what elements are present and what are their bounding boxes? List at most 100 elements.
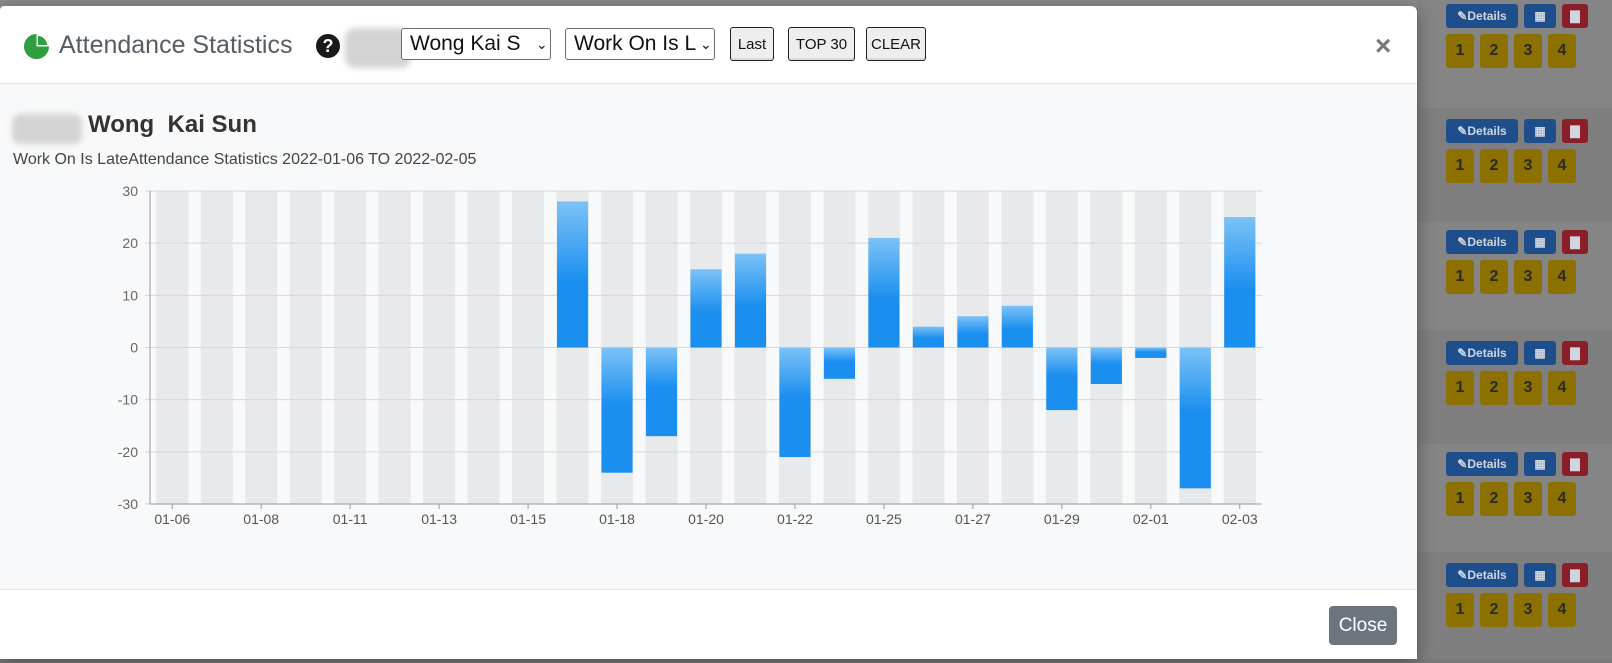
number-button[interactable]: 4	[1548, 371, 1576, 405]
bar	[957, 316, 989, 348]
chart-icon[interactable]: ▇	[1562, 4, 1588, 28]
bar	[1090, 347, 1122, 385]
calendar-icon[interactable]: ▦	[1524, 230, 1556, 254]
number-button[interactable]: 1	[1446, 149, 1474, 183]
x-tick-label: 01-22	[777, 511, 813, 527]
x-tick-label: 01-25	[866, 511, 902, 527]
number-button[interactable]: 2	[1480, 593, 1508, 627]
modal-body: Wong Kai Sun Work On Is LateAttendance S…	[0, 84, 1417, 590]
number-button[interactable]: 3	[1514, 34, 1542, 68]
y-tick-label: 0	[130, 340, 138, 356]
number-button[interactable]: 3	[1514, 149, 1542, 183]
background-row: ✎Details ▦ ▇ 1 2 3 4	[1418, 0, 1612, 108]
number-button[interactable]: 4	[1548, 482, 1576, 516]
y-tick-label: -10	[118, 392, 138, 408]
modal-header: Attendance Statistics ? Wong Kai S ⌄ Wor…	[0, 6, 1417, 84]
bar	[690, 269, 722, 348]
number-button[interactable]: 1	[1446, 593, 1474, 627]
number-button[interactable]: 1	[1446, 34, 1474, 68]
bar	[912, 326, 944, 348]
x-tick-label: 01-20	[688, 511, 724, 527]
details-button[interactable]: ✎Details	[1446, 341, 1518, 365]
x-tick-label: 02-03	[1222, 511, 1258, 527]
bar	[1224, 217, 1256, 348]
x-tick-label: 01-11	[333, 511, 368, 527]
employee-select-value: Wong Kai S	[410, 32, 521, 55]
details-button[interactable]: ✎Details	[1446, 563, 1518, 587]
bar	[868, 237, 900, 348]
bar	[1179, 347, 1211, 489]
x-tick-label: 01-13	[421, 511, 457, 527]
chart-icon[interactable]: ▇	[1562, 119, 1588, 143]
bar	[779, 347, 811, 458]
background-row: ✎Details ▦ ▇ 1 2 3 4	[1418, 555, 1612, 663]
y-tick-label: 20	[122, 235, 138, 251]
number-button[interactable]: 3	[1514, 482, 1542, 516]
calendar-icon[interactable]: ▦	[1524, 341, 1556, 365]
bar	[1135, 347, 1167, 358]
details-button[interactable]: ✎Details	[1446, 4, 1518, 28]
x-tick-label: 01-27	[955, 511, 991, 527]
number-button[interactable]: 2	[1480, 149, 1508, 183]
calendar-icon[interactable]: ▦	[1524, 119, 1556, 143]
number-button[interactable]: 2	[1480, 260, 1508, 294]
number-button[interactable]: 3	[1514, 371, 1542, 405]
number-button[interactable]: 4	[1548, 34, 1576, 68]
number-button[interactable]: 1	[1446, 482, 1474, 516]
background-row: ✎Details ▦ ▇ 1 2 3 4	[1418, 111, 1612, 219]
chevron-down-icon: ⌄	[700, 36, 712, 52]
number-button[interactable]: 1	[1446, 371, 1474, 405]
y-tick-label: 30	[122, 183, 138, 199]
x-tick-label: 02-01	[1133, 511, 1169, 527]
background-row: ✎Details ▦ ▇ 1 2 3 4	[1418, 222, 1612, 330]
x-tick-label: 01-15	[510, 511, 546, 527]
details-button[interactable]: ✎Details	[1446, 452, 1518, 476]
x-tick-label: 01-08	[243, 511, 279, 527]
bar	[1046, 347, 1078, 411]
x-tick-label: 01-06	[154, 511, 190, 527]
y-tick-label: -30	[118, 496, 138, 512]
background-row: ✎Details ▦ ▇ 1 2 3 4	[1418, 444, 1612, 552]
last-button[interactable]: Last	[730, 27, 774, 61]
help-icon[interactable]: ?	[316, 34, 340, 58]
calendar-icon[interactable]: ▦	[1524, 563, 1556, 587]
modal-title: Attendance Statistics	[59, 31, 293, 59]
number-button[interactable]: 4	[1548, 260, 1576, 294]
number-button[interactable]: 3	[1514, 593, 1542, 627]
y-tick-label: 10	[122, 287, 138, 303]
attendance-bar-chart: 30 20 10 0 -10 -20 -30 01-06 01-08 01-11 01-13 01-1…	[118, 183, 1262, 527]
bar	[601, 347, 633, 473]
number-button[interactable]: 4	[1548, 593, 1576, 627]
chart-icon[interactable]: ▇	[1562, 563, 1588, 587]
calendar-icon[interactable]: ▦	[1524, 452, 1556, 476]
type-select-value: Work On Is L	[574, 32, 697, 55]
clear-button[interactable]: CLEAR	[866, 27, 926, 61]
employee-select[interactable]: Wong Kai S ⌄	[401, 28, 551, 60]
close-icon[interactable]: ×	[1375, 30, 1391, 62]
bar	[645, 347, 678, 437]
x-tick-label: 01-29	[1044, 511, 1080, 527]
chart-icon[interactable]: ▇	[1562, 341, 1588, 365]
bar	[734, 253, 767, 348]
details-button[interactable]: ✎Details	[1446, 119, 1518, 143]
y-tick-label: -20	[118, 444, 138, 460]
calendar-icon[interactable]: ▦	[1524, 4, 1556, 28]
number-button[interactable]: 2	[1480, 34, 1508, 68]
close-button[interactable]: Close	[1329, 606, 1397, 645]
number-button[interactable]: 3	[1514, 260, 1542, 294]
bar	[823, 347, 856, 379]
background-row: ✎Details ▦ ▇ 1 2 3 4	[1418, 333, 1612, 441]
number-button[interactable]: 4	[1548, 149, 1576, 183]
number-button[interactable]: 1	[1446, 260, 1474, 294]
top30-button[interactable]: TOP 30	[788, 27, 855, 61]
number-button[interactable]: 2	[1480, 371, 1508, 405]
x-tick-label: 01-18	[599, 511, 635, 527]
chart-icon[interactable]: ▇	[1562, 452, 1588, 476]
attendance-statistics-modal: Attendance Statistics ? Wong Kai S ⌄ Wor…	[0, 6, 1417, 659]
number-button[interactable]: 2	[1480, 482, 1508, 516]
type-select[interactable]: Work On Is L ⌄	[565, 28, 715, 60]
pie-chart-icon	[23, 33, 50, 60]
details-button[interactable]: ✎Details	[1446, 230, 1518, 254]
background-action-column: ✎Details ▦ ▇ 1 2 3 4 ✎Details ▦ ▇ 1 2 3 4 ✎Details ▦ ▇ 1 2…	[1418, 0, 1612, 659]
chart-icon[interactable]: ▇	[1562, 230, 1588, 254]
